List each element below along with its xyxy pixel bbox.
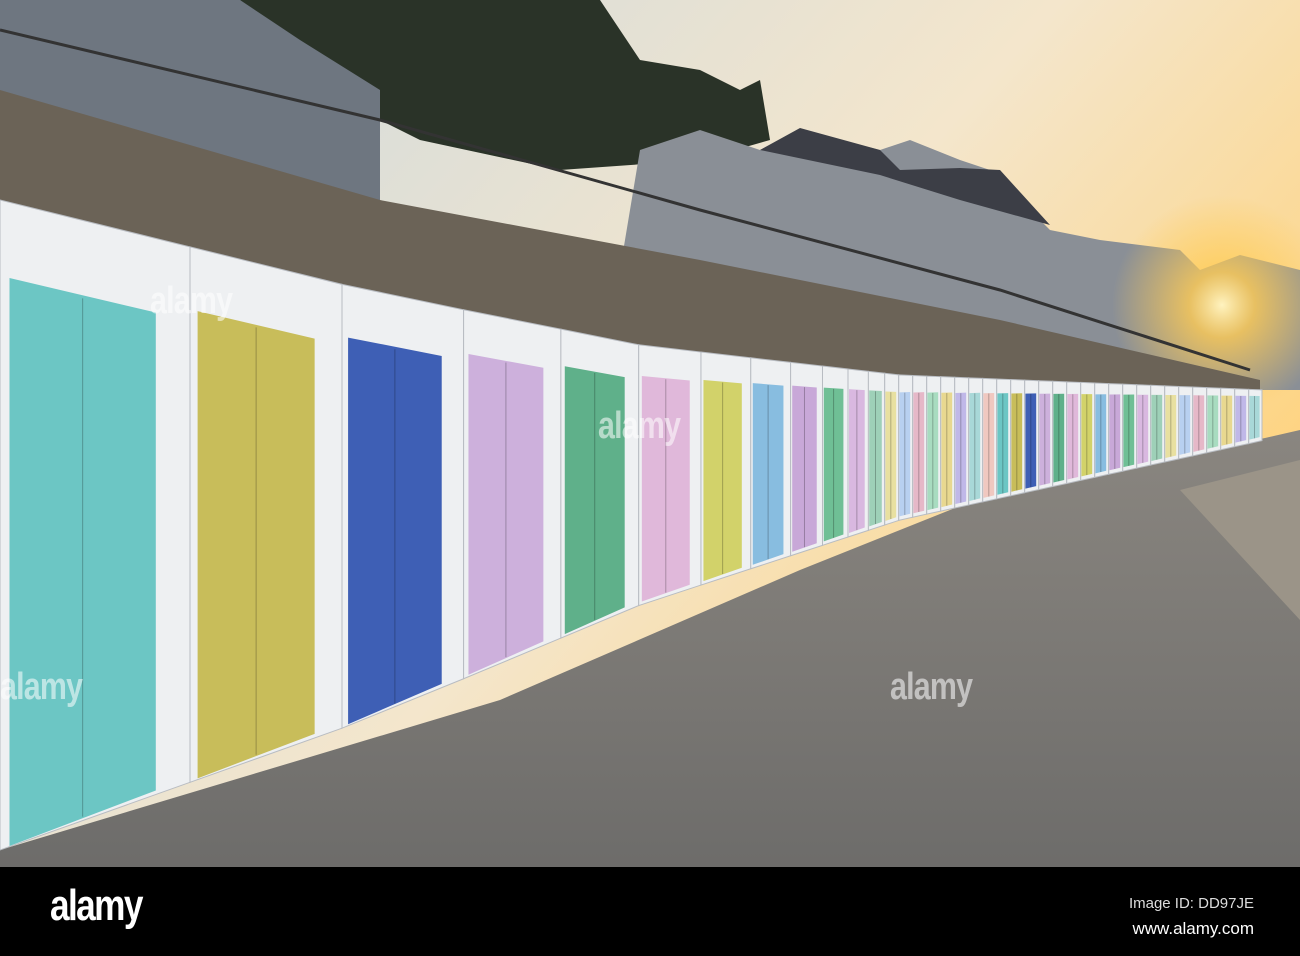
site-url[interactable]: www.alamy.com [1132, 919, 1254, 939]
watermark: alamy [890, 666, 973, 708]
watermark: alamy [0, 666, 83, 708]
watermark: alamy [598, 405, 681, 447]
image-id: Image ID: DD97JE [1128, 895, 1254, 912]
stock-photo: alamy alamy alamy alamy alamy Image ID: … [0, 0, 1300, 956]
footer-bar: alamy Image ID: DD97JE www.alamy.com [0, 867, 1300, 956]
alamy-logo: alamy [50, 881, 143, 930]
watermark: alamy [150, 280, 233, 322]
